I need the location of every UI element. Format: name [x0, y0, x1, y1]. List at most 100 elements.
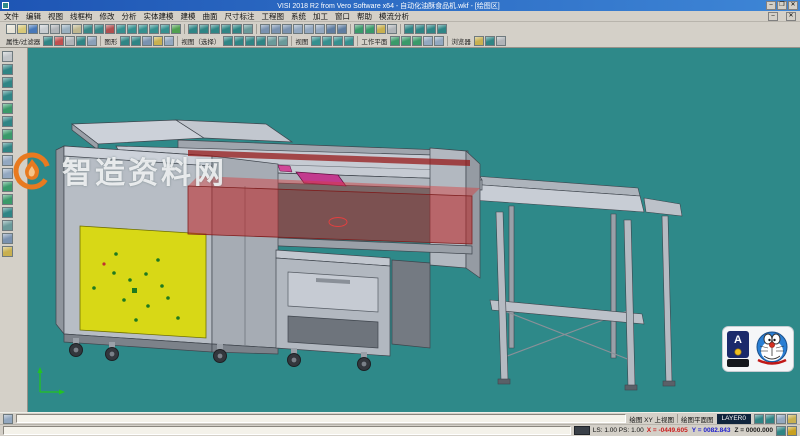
pan-icon[interactable]	[149, 24, 159, 34]
rotate-view-icon[interactable]	[160, 24, 170, 34]
command-icon[interactable]	[3, 414, 13, 424]
view-side-icon[interactable]	[245, 36, 255, 46]
zoom-all-icon[interactable]	[322, 36, 332, 46]
zoom-window-icon[interactable]	[311, 36, 321, 46]
layer-selector[interactable]: LAYER0	[717, 414, 751, 424]
delete-icon[interactable]	[105, 24, 115, 34]
line-icon[interactable]	[199, 24, 209, 34]
rotate-tool-icon[interactable]	[2, 194, 13, 205]
text-icon[interactable]	[243, 24, 253, 34]
menu-item-10[interactable]: 工程图	[262, 11, 285, 22]
units-icon[interactable]	[787, 414, 797, 424]
solid-tool-icon[interactable]	[2, 233, 13, 244]
color-filter-icon[interactable]	[54, 36, 64, 46]
view-front-icon[interactable]	[234, 36, 244, 46]
line-tool-icon[interactable]	[2, 77, 13, 88]
ortho-icon[interactable]	[776, 414, 786, 424]
wp-xy-icon[interactable]	[390, 36, 400, 46]
offset-tool-icon[interactable]	[2, 155, 13, 166]
wp-yz-icon[interactable]	[412, 36, 422, 46]
close-button[interactable]: ✕	[788, 1, 798, 10]
tree-icon[interactable]	[485, 36, 495, 46]
menu-item-6[interactable]: 实体建模	[144, 11, 174, 22]
wp-xz-icon[interactable]	[401, 36, 411, 46]
layers-icon[interactable]	[387, 24, 397, 34]
layer-filter-icon[interactable]	[43, 36, 53, 46]
dimension-icon[interactable]	[365, 24, 375, 34]
cut-icon[interactable]	[50, 24, 60, 34]
menu-item-12[interactable]: 加工	[313, 11, 328, 22]
browser-icon[interactable]	[474, 36, 484, 46]
arc-icon[interactable]	[210, 24, 220, 34]
scale-tool-icon[interactable]	[2, 207, 13, 218]
view-next-icon[interactable]	[278, 36, 288, 46]
message-indicator-icon[interactable]	[776, 426, 786, 436]
menu-item-3[interactable]: 线框构	[70, 11, 93, 22]
mode-button[interactable]	[574, 426, 590, 435]
menu-item-8[interactable]: 曲面	[203, 11, 218, 22]
shaded-view-icon[interactable]	[415, 24, 425, 34]
redraw-icon[interactable]	[120, 36, 130, 46]
paste-icon[interactable]	[72, 24, 82, 34]
regen-icon[interactable]	[131, 36, 141, 46]
mdi-close-button[interactable]: ✕	[786, 12, 796, 21]
shading-icon[interactable]	[142, 36, 152, 46]
boolean-icon[interactable]	[326, 24, 336, 34]
annotate-icon[interactable]	[376, 24, 386, 34]
undo-icon[interactable]	[83, 24, 93, 34]
trim-icon[interactable]	[337, 24, 347, 34]
command-input[interactable]	[16, 414, 626, 423]
conveyor-stand[interactable]	[468, 176, 682, 390]
search-icon[interactable]	[496, 36, 506, 46]
machine-model[interactable]	[28, 48, 800, 412]
menu-item-7[interactable]: 建模	[181, 11, 196, 22]
shell-icon[interactable]	[293, 24, 303, 34]
status-indicator-icon[interactable]	[787, 426, 797, 436]
chamfer-icon[interactable]	[315, 24, 325, 34]
save-icon[interactable]	[28, 24, 38, 34]
view-top-icon[interactable]	[223, 36, 233, 46]
snap-icon[interactable]	[754, 414, 764, 424]
refresh-icon[interactable]	[171, 24, 181, 34]
select-tool-icon[interactable]	[2, 51, 13, 62]
copy-icon[interactable]	[61, 24, 71, 34]
menu-item-2[interactable]: 视图	[48, 11, 63, 22]
zoom-fit-icon[interactable]	[138, 24, 148, 34]
minimize-button[interactable]: –	[766, 1, 776, 10]
material-icon[interactable]	[164, 36, 174, 46]
spline-icon[interactable]	[232, 24, 242, 34]
move-tool-icon[interactable]	[2, 181, 13, 192]
menu-item-9[interactable]: 尺寸标注	[225, 11, 255, 22]
rect-tool-icon[interactable]	[2, 103, 13, 114]
view-iso-icon[interactable]	[256, 36, 266, 46]
menu-item-14[interactable]: 帮助	[357, 11, 372, 22]
menu-item-15[interactable]: 模流分析	[379, 11, 409, 22]
zoom-in-icon[interactable]	[116, 24, 126, 34]
circle-tool-icon[interactable]	[2, 116, 13, 127]
view-prev-icon[interactable]	[267, 36, 277, 46]
point-tool-icon[interactable]	[2, 64, 13, 75]
arc-tool-icon[interactable]	[2, 129, 13, 140]
mdi-minimize-button[interactable]: –	[768, 12, 778, 21]
maximize-button[interactable]: ❐	[777, 1, 787, 10]
sweep-icon[interactable]	[282, 24, 292, 34]
menu-item-13[interactable]: 窗口	[335, 11, 350, 22]
linetype-filter-icon[interactable]	[65, 36, 75, 46]
print-icon[interactable]	[39, 24, 49, 34]
rotate-orbit-icon[interactable]	[344, 36, 354, 46]
new-file-icon[interactable]	[6, 24, 16, 34]
hidden-line-icon[interactable]	[426, 24, 436, 34]
menu-item-4[interactable]: 修改	[100, 11, 115, 22]
zoom-out-icon[interactable]	[127, 24, 137, 34]
extrude-icon[interactable]	[260, 24, 270, 34]
point-icon[interactable]	[188, 24, 198, 34]
revolve-icon[interactable]	[271, 24, 281, 34]
menu-item-11[interactable]: 系统	[291, 11, 306, 22]
wp-align-icon[interactable]	[434, 36, 444, 46]
polyline-tool-icon[interactable]	[2, 90, 13, 101]
grid-icon[interactable]	[765, 414, 775, 424]
prompt-area[interactable]	[3, 426, 571, 435]
lighting-icon[interactable]	[153, 36, 163, 46]
menu-item-0[interactable]: 文件	[4, 11, 19, 22]
open-file-icon[interactable]	[17, 24, 27, 34]
